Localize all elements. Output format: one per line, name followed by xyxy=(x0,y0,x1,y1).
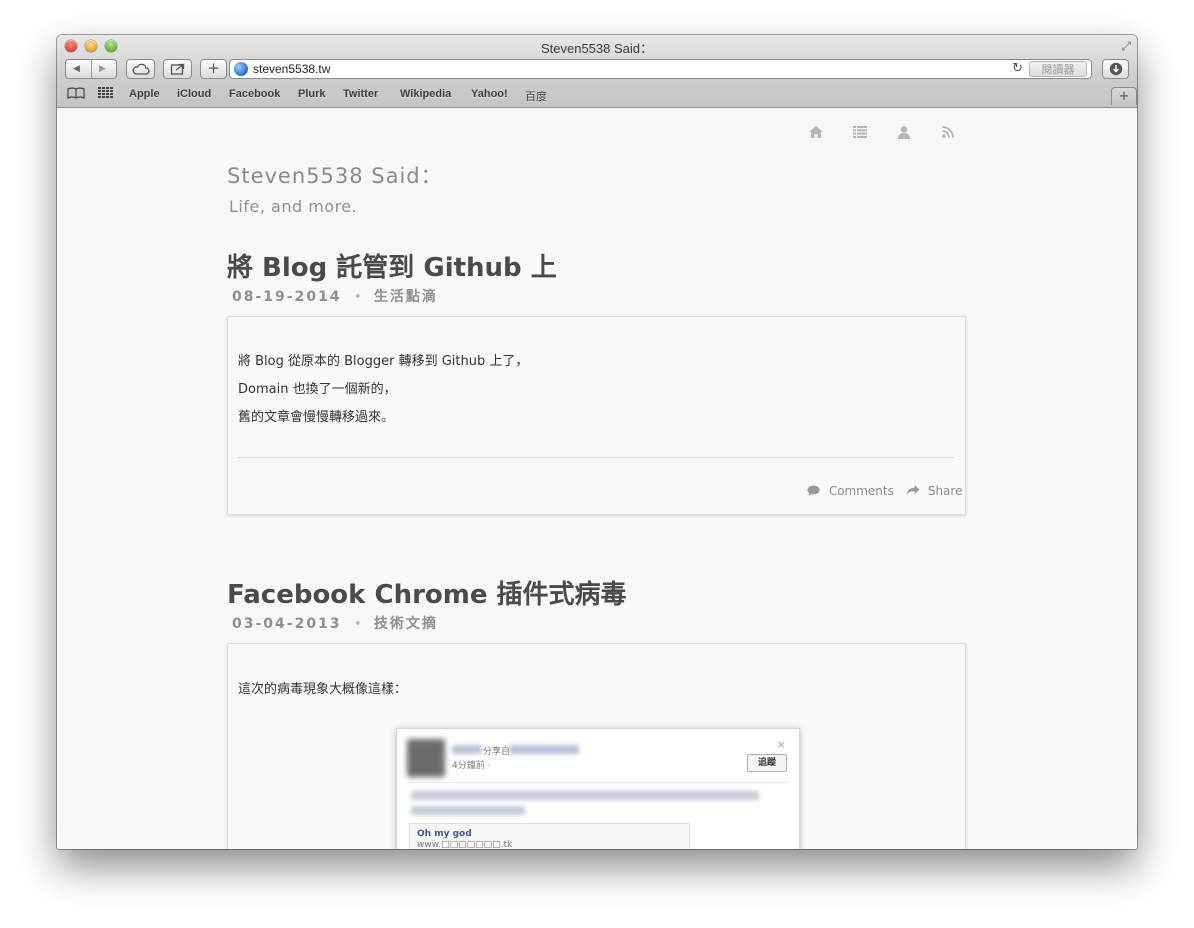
forward-arrow-icon[interactable]: ▶ xyxy=(99,60,106,78)
post-paragraph-line: 這次的病毒現象大概像這樣： xyxy=(238,682,408,697)
close-icon: × xyxy=(776,738,786,751)
title-bar: Steven5538 Said： ⤢ xyxy=(57,35,1137,57)
facebook-screenshot-image: 分享自 4分鐘前 · × 追蹤 Oh my god www.□□□□□□□.tk xyxy=(396,728,800,849)
link-url: www.□□□□□□□.tk xyxy=(417,840,513,849)
shared-from-text: 分享自 xyxy=(483,747,511,757)
screenshot-divider xyxy=(407,782,789,783)
link-preview: Oh my god www.□□□□□□□.tk xyxy=(409,823,690,849)
reader-button[interactable]: 閱讀器 xyxy=(1029,61,1087,77)
comments-link[interactable]: Comments xyxy=(807,484,894,498)
browser-chrome: Steven5538 Said： ⤢ ◀ ▶ + steven5538.tw ↻… xyxy=(57,35,1137,108)
back-forward-control: ◀ ▶ xyxy=(65,59,117,79)
post-card: 這次的病毒現象大概像這樣： 分享自 4分鐘前 · × 追蹤 Oh my god … xyxy=(227,643,966,849)
home-icon[interactable] xyxy=(809,126,823,142)
post-date: 03-04-2013 xyxy=(232,616,342,632)
meta-separator: • xyxy=(353,616,362,632)
post-title[interactable]: 將 Blog 託管到 Github 上 xyxy=(227,247,557,284)
comments-label: Comments xyxy=(828,484,894,498)
blurred-name xyxy=(452,745,482,754)
new-tab-plus-icon[interactable]: + xyxy=(1111,87,1137,105)
meta-separator: • xyxy=(353,289,362,305)
blurred-text-line xyxy=(411,806,525,815)
icloud-tabs-button[interactable] xyxy=(126,59,155,79)
bookmark-baidu[interactable]: 百度 xyxy=(525,88,547,104)
downloads-button[interactable] xyxy=(1102,59,1129,79)
share-arrow-icon xyxy=(906,485,920,496)
site-subtitle: Life, and more. xyxy=(229,197,358,216)
page-content: Steven5538 Said： Life, and more. 將 Blog … xyxy=(57,108,1137,849)
bookmark-icloud[interactable]: iCloud xyxy=(177,88,211,100)
comment-icon xyxy=(807,485,820,496)
post-date: 08-19-2014 xyxy=(232,289,342,305)
user-icon[interactable] xyxy=(898,126,910,143)
bookmark-apple[interactable]: Apple xyxy=(129,88,160,100)
share-button[interactable] xyxy=(163,59,192,79)
bookmark-wikipedia[interactable]: Wikipedia xyxy=(400,88,451,100)
share-icon xyxy=(170,63,184,75)
list-icon[interactable] xyxy=(853,126,867,142)
bookmark-yahoo[interactable]: Yahoo! xyxy=(471,88,508,100)
link-title: Oh my god xyxy=(417,829,472,839)
book-icon[interactable] xyxy=(67,87,85,103)
post-title[interactable]: Facebook Chrome 插件式病毒 xyxy=(227,574,627,611)
post-category[interactable]: 技術文摘 xyxy=(374,616,438,632)
post-meta: 03-04-2013 • 技術文摘 xyxy=(232,613,438,633)
bookmark-plurk[interactable]: Plurk xyxy=(298,88,326,100)
back-arrow-icon[interactable]: ◀ xyxy=(73,60,80,78)
blurred-text-line xyxy=(411,791,759,800)
blurred-source xyxy=(509,745,579,754)
globe-icon xyxy=(234,62,248,76)
bookmark-facebook[interactable]: Facebook xyxy=(229,88,280,100)
card-divider xyxy=(238,457,955,458)
browser-window: Steven5538 Said： ⤢ ◀ ▶ + steven5538.tw ↻… xyxy=(57,35,1137,849)
grid-icon[interactable] xyxy=(98,87,114,103)
bookmarks-bar: Apple iCloud Facebook Plurk Twitter Wiki… xyxy=(57,85,1137,107)
address-bar[interactable]: steven5538.tw ↻ 閱讀器 xyxy=(229,59,1092,79)
post-meta: 08-19-2014 • 生活點滴 xyxy=(232,286,438,306)
fullscreen-icon[interactable]: ⤢ xyxy=(1121,39,1131,54)
reload-icon[interactable]: ↻ xyxy=(1012,61,1023,76)
follow-button-image: 追蹤 xyxy=(747,754,787,772)
post-card: 將 Blog 從原本的 Blogger 轉移到 Github 上了， Domai… xyxy=(227,316,966,515)
url-text[interactable]: steven5538.tw xyxy=(253,62,330,76)
download-icon xyxy=(1109,62,1122,76)
segment-divider xyxy=(91,60,92,78)
share-label: Share xyxy=(927,484,963,498)
share-link[interactable]: Share xyxy=(906,484,962,498)
plus-icon[interactable]: + xyxy=(200,59,227,79)
post-paragraph-line: 將 Blog 從原本的 Blogger 轉移到 Github 上了， xyxy=(238,354,529,369)
blurred-avatar xyxy=(407,739,445,777)
cloud-icon xyxy=(132,63,150,75)
post-paragraph-line: Domain 也換了一個新的， xyxy=(238,382,397,397)
post-category[interactable]: 生活點滴 xyxy=(374,289,438,305)
site-title[interactable]: Steven5538 Said： xyxy=(227,160,443,190)
window-title: Steven5538 Said： xyxy=(540,41,654,56)
post-paragraph-line: 舊的文章會慢慢轉移過來。 xyxy=(238,410,395,425)
toolbar: ◀ ▶ + steven5538.tw ↻ 閱讀器 xyxy=(57,57,1137,85)
bookmark-twitter[interactable]: Twitter xyxy=(343,88,378,100)
post-time-text: 4分鐘前 · xyxy=(452,761,491,771)
rss-icon[interactable] xyxy=(942,126,954,142)
